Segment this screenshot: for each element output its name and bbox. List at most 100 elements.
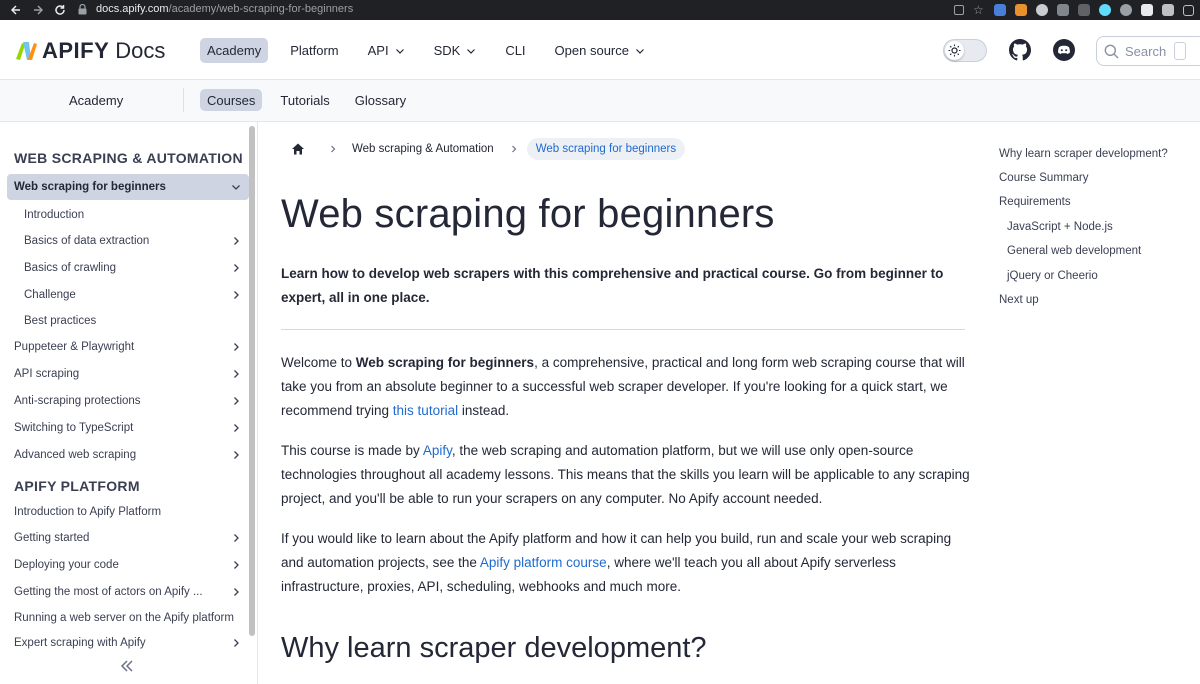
- sub-navbar: Academy Courses Tutorials Glossary: [0, 80, 1200, 122]
- toc-item-general-web-development[interactable]: General web development: [1007, 245, 1141, 257]
- chevron-right-icon: [234, 237, 239, 245]
- intro-paragraph: Welcome to Web scraping for beginners, a…: [281, 355, 965, 418]
- sidebar-item-basics-of-crawling[interactable]: Basics of crawling: [17, 255, 249, 281]
- url-bar[interactable]: docs.apify.com /academy/web-scraping-for…: [68, 0, 1008, 18]
- sidebar-item-anti-scraping-protections[interactable]: Anti-scraping protections: [7, 388, 249, 414]
- chevron-right-icon: [234, 588, 239, 596]
- sidebar: WEB SCRAPING & AUTOMATION Web scraping f…: [0, 122, 258, 684]
- back-icon[interactable]: [9, 3, 23, 17]
- apify-logo-icon: [16, 42, 37, 60]
- chevron-right-icon: [234, 397, 239, 405]
- lock-icon: [78, 3, 88, 15]
- puzzle-icon[interactable]: [1141, 4, 1153, 16]
- toc-item-jquery-or-cheerio[interactable]: jQuery or Cheerio: [1007, 270, 1098, 282]
- sidebar-item-api-scraping[interactable]: API scraping: [7, 361, 249, 387]
- browser-toolbar: docs.apify.com /academy/web-scraping-for…: [0, 0, 1200, 20]
- sidebar-item-running-a-web-server[interactable]: Running a web server on the Apify platfo…: [7, 605, 249, 631]
- subnav-menu: Courses Tutorials Glossary: [200, 89, 424, 111]
- sidebar-section-title: WEB SCRAPING & AUTOMATION: [14, 150, 243, 166]
- subnav-item-glossary[interactable]: Glossary: [348, 89, 413, 111]
- nav-item-sdk[interactable]: SDK: [427, 38, 484, 63]
- section-heading: Why learn scraper development?: [281, 632, 707, 664]
- settings-extension-icon[interactable]: [1120, 4, 1132, 16]
- extension-orange-icon[interactable]: [1015, 4, 1027, 16]
- url-host: docs.apify.com: [96, 3, 169, 15]
- sidebar-item-deploying-your-code[interactable]: Deploying your code: [7, 552, 249, 578]
- breadcrumb: Web scraping & Automation Web scraping f…: [281, 136, 686, 162]
- toc-item-next-up[interactable]: Next up: [999, 294, 1039, 306]
- sidebar-item-introduction[interactable]: Introduction: [17, 202, 249, 228]
- sidebar-item-puppeteer-playwright[interactable]: Puppeteer & Playwright: [7, 334, 249, 360]
- split-icon[interactable]: [1183, 4, 1194, 16]
- toc-item-course-summary[interactable]: Course Summary: [999, 172, 1088, 184]
- nav-item-platform[interactable]: Platform: [283, 38, 345, 63]
- apify-docs-logo[interactable]: APIFY Docs: [14, 38, 165, 64]
- divider: [281, 329, 965, 330]
- subnav-item-courses[interactable]: Courses: [200, 89, 263, 111]
- chevron-down-icon: [395, 48, 404, 54]
- chevron-right-icon: [234, 534, 239, 542]
- about-paragraph: This course is made by Apify, the web sc…: [281, 443, 970, 506]
- sidebar-scrollbar[interactable]: [249, 126, 255, 636]
- apify-platform-course-link[interactable]: Apify platform course: [480, 555, 607, 570]
- nav-item-api[interactable]: API: [361, 38, 412, 63]
- subnav-item-tutorials[interactable]: Tutorials: [273, 89, 336, 111]
- sidebar-item-web-scraping-for-beginners[interactable]: Web scraping for beginners: [7, 174, 249, 200]
- nav-item-cli[interactable]: CLI: [498, 38, 532, 63]
- collapse-sidebar-button[interactable]: [120, 659, 134, 673]
- sidebar-item-getting-started[interactable]: Getting started: [7, 525, 249, 551]
- browser-extensions: ☆: [954, 0, 1194, 20]
- chevron-right-icon: [234, 370, 239, 378]
- sidebar-item-advanced-web-scraping[interactable]: Advanced web scraping: [7, 442, 249, 468]
- sidebar-item-expert-scraping-with-apify[interactable]: Expert scraping with Apify: [7, 630, 249, 656]
- translate-extension-icon[interactable]: [994, 4, 1006, 16]
- nav-item-academy[interactable]: Academy: [200, 38, 269, 63]
- nav-item-open-source[interactable]: Open source: [548, 38, 652, 63]
- home-icon[interactable]: [291, 142, 305, 156]
- chevron-right-icon: [331, 145, 336, 153]
- chevron-right-icon: [511, 145, 517, 153]
- queue-icon[interactable]: [1162, 4, 1174, 16]
- globe-extension-icon[interactable]: [1036, 4, 1048, 16]
- chevron-right-icon: [234, 451, 239, 459]
- subnav-divider: [183, 88, 184, 112]
- forward-icon[interactable]: [31, 3, 45, 17]
- sidebar-item-basics-of-data-extraction[interactable]: Basics of data extraction: [17, 228, 249, 254]
- lead-paragraph: Learn how to develop web scrapers with t…: [281, 266, 944, 305]
- chevron-down-icon: [232, 185, 240, 190]
- breadcrumb-section[interactable]: Web scraping & Automation: [352, 143, 494, 155]
- chevron-down-icon: [636, 48, 644, 54]
- github-icon[interactable]: [1009, 39, 1031, 61]
- sidebar-section-title: APIFY PLATFORM: [14, 478, 140, 494]
- top-navbar: APIFY Docs Academy Platform API SDK CLI …: [0, 20, 1200, 80]
- sidebar-item-best-practices[interactable]: Best practices: [17, 308, 249, 334]
- share-icon[interactable]: [954, 5, 964, 15]
- reload-icon[interactable]: [53, 3, 67, 17]
- chevron-right-icon: [234, 639, 239, 647]
- search-input[interactable]: Search: [1096, 36, 1200, 66]
- chevron-right-icon: [234, 264, 239, 272]
- this-tutorial-link[interactable]: this tutorial: [393, 403, 458, 418]
- platform-paragraph: If you would like to learn about the Api…: [281, 531, 952, 594]
- extension-badge-icon[interactable]: [1078, 4, 1090, 16]
- search-shortcut-key: [1174, 42, 1187, 60]
- toc-item-why-learn[interactable]: Why learn scraper development?: [999, 148, 1168, 160]
- react-extension-icon[interactable]: [1099, 4, 1111, 16]
- sidebar-item-introduction-to-apify-platform[interactable]: Introduction to Apify Platform: [7, 499, 249, 525]
- discord-icon[interactable]: [1053, 39, 1075, 61]
- theme-toggle[interactable]: [943, 39, 987, 62]
- toc-item-javascript-nodejs[interactable]: JavaScript + Node.js: [1007, 221, 1113, 233]
- chevron-right-icon: [234, 561, 239, 569]
- subnav-title[interactable]: Academy: [69, 93, 123, 108]
- chevron-down-icon: [467, 48, 476, 54]
- star-icon[interactable]: ☆: [973, 4, 985, 16]
- breadcrumb-current: Web scraping for beginners: [526, 138, 686, 160]
- extension-gray-icon[interactable]: [1057, 4, 1069, 16]
- navbar-menu: Academy Platform API SDK CLI Open source: [200, 38, 667, 63]
- sidebar-item-challenge[interactable]: Challenge: [17, 282, 249, 308]
- toc-item-requirements[interactable]: Requirements: [999, 196, 1071, 208]
- chevron-right-icon: [234, 343, 239, 351]
- sidebar-item-getting-the-most-of-actors[interactable]: Getting the most of actors on Apify ...: [7, 579, 249, 605]
- sidebar-item-switching-to-typescript[interactable]: Switching to TypeScript: [7, 415, 249, 441]
- apify-link[interactable]: Apify: [423, 443, 452, 458]
